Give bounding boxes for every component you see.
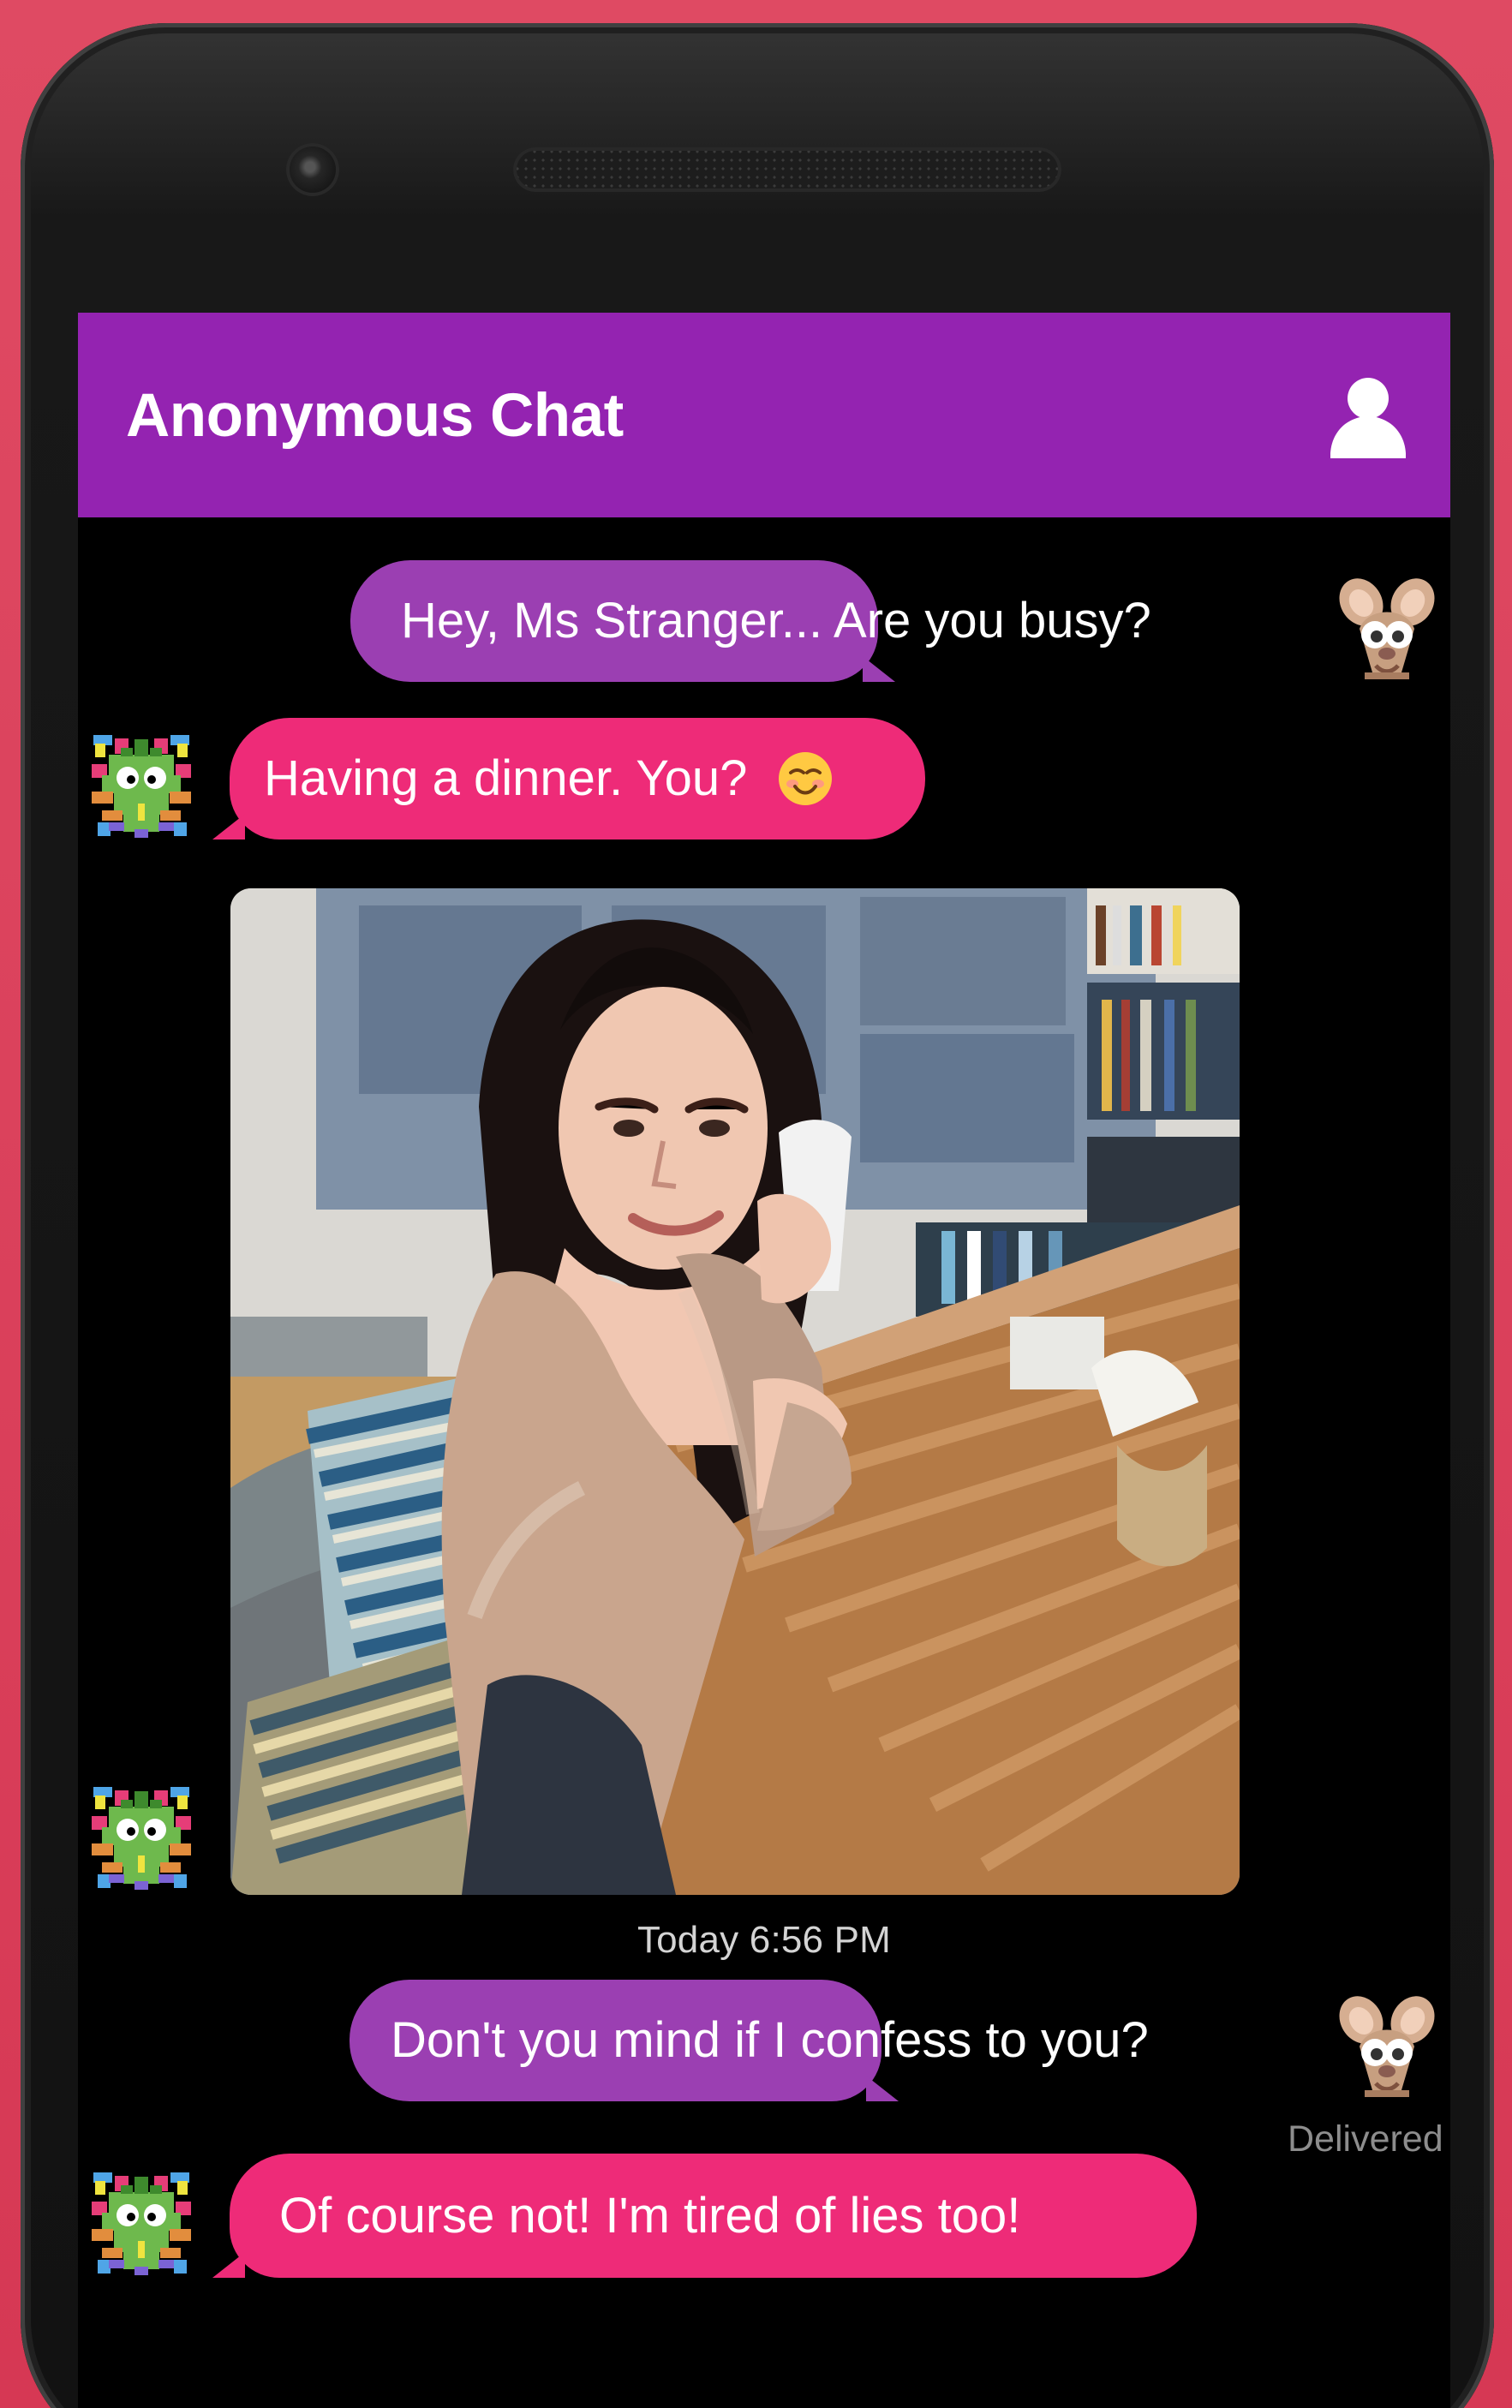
- earpiece-speaker: [513, 147, 1061, 192]
- message-text: Of course not! I'm tired of lies too!: [279, 2187, 1021, 2244]
- profile-button[interactable]: [1320, 369, 1416, 463]
- pixel-bug-avatar-icon: [85, 728, 198, 841]
- outgoing-message-bubble[interactable]: Don't you mind if I confess to you?: [350, 1980, 1149, 2101]
- delivery-status: Delivered: [1288, 2118, 1443, 2160]
- person-icon: [1330, 378, 1406, 458]
- outgoing-message-bubble[interactable]: Hey, Ms Stranger... Are you busy?: [350, 560, 1151, 682]
- chat-screen: Anonymous Chat Hey, Ms Stranger... Are y…: [78, 313, 1450, 2408]
- promo-background: Anonymous Chat Hey, Ms Stranger... Are y…: [0, 0, 1512, 2408]
- mouse-avatar-icon: [1339, 1996, 1435, 2097]
- incoming-message-bubble[interactable]: Of course not! I'm tired of lies too!: [212, 2154, 1197, 2278]
- message-text: Hey, Ms Stranger... Are you busy?: [401, 593, 1151, 648]
- message-text: Having a dinner. You?: [264, 750, 748, 806]
- pixel-bug-avatar-icon: [85, 1780, 198, 1893]
- app-title: Anonymous Chat: [126, 382, 624, 450]
- partner-avatar[interactable]: [85, 1780, 198, 1893]
- mouse-avatar-icon: [1339, 578, 1435, 679]
- pixel-bug-avatar-icon: [85, 2166, 198, 2279]
- photo-message[interactable]: [230, 888, 1240, 1895]
- incoming-message-bubble[interactable]: Having a dinner. You?: [212, 718, 925, 840]
- smiling-face-emoji: [776, 750, 834, 808]
- partner-avatar[interactable]: [85, 728, 198, 841]
- message-text: Don't you mind if I confess to you?: [391, 2012, 1149, 2068]
- self-avatar[interactable]: [1330, 1993, 1443, 2106]
- message-timestamp: Today 6:56 PM: [636, 1919, 892, 1961]
- app-bar: Anonymous Chat: [78, 313, 1450, 517]
- partner-avatar[interactable]: [85, 2166, 198, 2279]
- self-avatar[interactable]: [1330, 575, 1443, 688]
- front-camera: [286, 143, 339, 196]
